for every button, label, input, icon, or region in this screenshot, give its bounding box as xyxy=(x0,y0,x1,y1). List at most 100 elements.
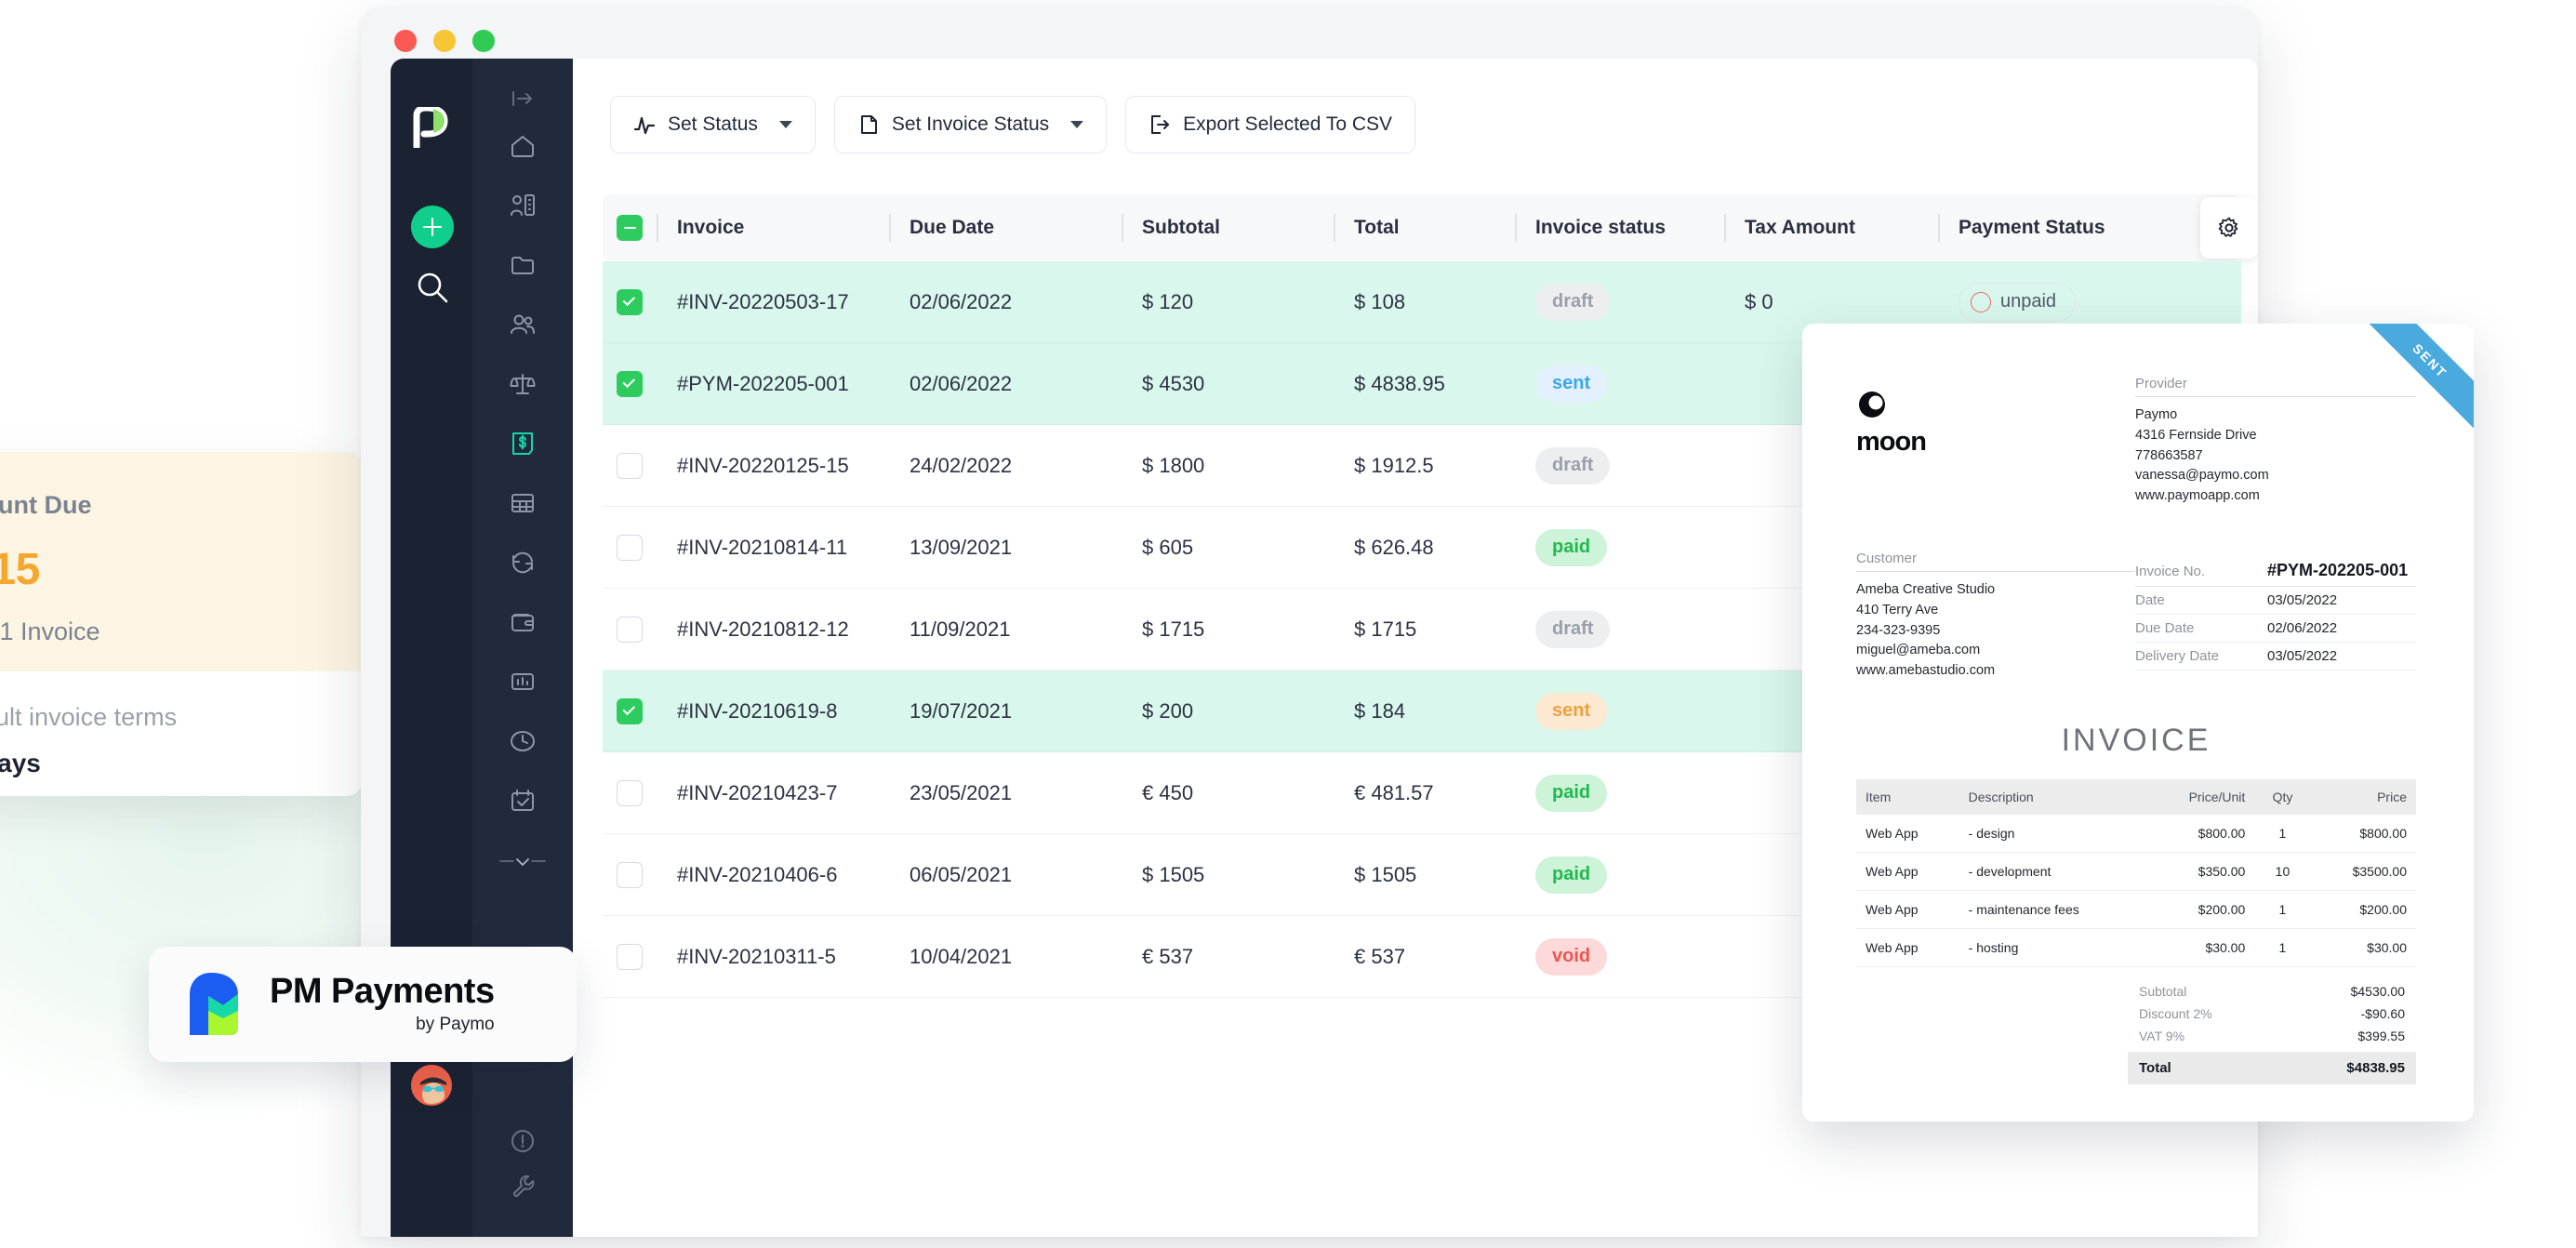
pm-payments-title: PM Payments xyxy=(270,974,495,1009)
row-checkbox[interactable] xyxy=(603,371,657,397)
column-header-subtotal[interactable]: Subtotal xyxy=(1122,217,1334,239)
invoice-terms-label: Default invoice terms xyxy=(0,703,363,732)
window-maximize-button[interactable] xyxy=(472,30,495,52)
help-circle-icon[interactable] xyxy=(509,1127,537,1155)
cell-due-date: 02/06/2022 xyxy=(889,372,1122,396)
search-icon[interactable] xyxy=(414,269,451,306)
item-name: Web App xyxy=(1856,852,1959,890)
cell-subtotal: $ 1505 xyxy=(1122,863,1334,887)
window-minimize-button[interactable] xyxy=(433,30,456,52)
window-close-button[interactable] xyxy=(394,30,417,52)
invoice-preview-body: moon Customer Ameba Creative Studio410 T… xyxy=(1802,324,2474,1122)
pm-payments-logo xyxy=(186,970,247,1039)
cell-total: $ 1715 xyxy=(1334,617,1515,642)
nav-bottom-icons xyxy=(472,1127,573,1237)
row-checkbox[interactable] xyxy=(603,862,657,888)
cell-due-date: 10/04/2021 xyxy=(889,945,1122,969)
cell-total: $ 184 xyxy=(1334,699,1515,724)
set-status-button[interactable]: Set Status xyxy=(610,96,816,153)
moon-icon xyxy=(1856,389,2135,425)
sidebar-item-team[interactable] xyxy=(498,300,547,349)
cell-subtotal: $ 120 xyxy=(1122,290,1334,314)
sidebar-item-recurring[interactable] xyxy=(498,538,547,587)
cell-invoice: #INV-20210619-8 xyxy=(657,699,889,724)
sidebar-item-expenses[interactable] xyxy=(498,598,547,646)
column-header-due-date[interactable]: Due Date xyxy=(889,217,1122,239)
cell-due-date: 06/05/2021 xyxy=(889,863,1122,887)
export-csv-button[interactable]: Export Selected To CSV xyxy=(1125,96,1415,153)
invoice-item-row: Web App- design$800.001$800.00 xyxy=(1856,815,2416,853)
sidebar-item-reports[interactable] xyxy=(498,657,547,706)
item-qty: 10 xyxy=(2254,852,2310,890)
sidebar-item-timesheets[interactable] xyxy=(498,479,547,527)
sidebar-item-home[interactable] xyxy=(498,122,547,170)
invoice-line-items-table: ItemDescriptionPrice/UnitQtyPrice Web Ap… xyxy=(1856,779,2416,967)
sidebar-item-projects[interactable] xyxy=(498,241,547,289)
item-price-unit: $800.00 xyxy=(2146,815,2255,853)
table-header-row: Invoice Due Date Subtotal Total Invoice … xyxy=(603,194,2241,261)
item-name: Web App xyxy=(1856,928,1959,966)
meta-key: Date xyxy=(2135,592,2267,608)
row-checkbox[interactable] xyxy=(603,617,657,643)
meta-value: 02/06/2022 xyxy=(2267,620,2337,636)
collapse-sidebar-icon[interactable] xyxy=(511,86,535,111)
cell-invoice: #INV-20210406-6 xyxy=(657,863,889,887)
column-header-total[interactable]: Total xyxy=(1334,217,1515,239)
text-line: 4316 Fernside Drive xyxy=(2135,426,2416,446)
cell-invoice: #INV-20220503-17 xyxy=(657,290,889,314)
sidebar-item-time[interactable] xyxy=(498,717,547,765)
add-new-button[interactable] xyxy=(411,206,454,248)
cell-invoice: #INV-20210311-5 xyxy=(657,945,889,969)
wrench-icon[interactable] xyxy=(509,1172,537,1200)
row-checkbox[interactable] xyxy=(603,453,657,479)
column-header-invoice-status[interactable]: Invoice status xyxy=(1515,217,1724,239)
status-badge: paid xyxy=(1535,856,1607,894)
item-qty: 1 xyxy=(2254,928,2310,966)
cell-total: $ 4838.95 xyxy=(1334,372,1515,396)
table-settings-button[interactable] xyxy=(2200,197,2258,259)
select-all-checkbox[interactable] xyxy=(603,215,657,241)
invoice-total-row: Subtotal$4530.00 xyxy=(2128,980,2416,1002)
column-header-invoice[interactable]: Invoice xyxy=(657,217,889,239)
row-checkbox[interactable] xyxy=(603,698,657,724)
cell-payment-status: unpaid xyxy=(1938,283,2161,322)
row-checkbox[interactable] xyxy=(603,944,657,970)
avatar[interactable] xyxy=(411,1065,452,1106)
sidebar-item-invoices[interactable] xyxy=(498,419,547,468)
invoice-items-column-header: Price xyxy=(2311,779,2416,815)
row-checkbox[interactable] xyxy=(603,289,657,315)
row-checkbox[interactable] xyxy=(603,780,657,806)
invoice-brand-block: moon Customer Ameba Creative Studio410 T… xyxy=(1856,376,2135,682)
cell-invoice-status: draft xyxy=(1515,284,1724,321)
total-label: Subtotal xyxy=(2139,984,2186,999)
total-value: $4838.95 xyxy=(2346,1060,2405,1076)
text-line: www.amebastudio.com xyxy=(1856,661,2135,682)
invoice-item-row: Web App- development$350.0010$3500.00 xyxy=(1856,852,2416,890)
paymo-logo-icon[interactable] xyxy=(413,107,452,148)
toolbar: Set Status Set Invoice Status xyxy=(603,96,2258,153)
sidebar-item-clients[interactable] xyxy=(498,181,547,230)
item-price-unit: $200.00 xyxy=(2146,890,2255,928)
sidebar-item-scheduling[interactable] xyxy=(498,777,547,825)
column-header-tax-amount[interactable]: Tax Amount xyxy=(1724,217,1938,239)
invoice-terms-value: 15 Days xyxy=(0,749,363,778)
invoice-customer-block: Customer Ameba Creative Studio410 Terry … xyxy=(1856,551,2135,682)
sidebar-item-leads[interactable] xyxy=(498,360,547,408)
column-header-payment-status[interactable]: Payment Status xyxy=(1938,217,2161,239)
item-description: - development xyxy=(1959,852,2146,890)
cell-invoice-status: draft xyxy=(1515,611,1724,648)
invoice-meta-row: Due Date02/06/2022 xyxy=(2135,615,2416,643)
cell-subtotal: € 537 xyxy=(1122,945,1334,969)
wallet-icon xyxy=(509,608,537,636)
status-badge: sent xyxy=(1535,365,1607,403)
set-invoice-status-button[interactable]: Set Invoice Status xyxy=(834,96,1107,153)
item-price: $800.00 xyxy=(2311,815,2416,853)
cell-invoice: #INV-20210812-12 xyxy=(657,617,889,642)
invoice-meta-row: Delivery Date03/05/2022 xyxy=(2135,643,2416,670)
projects-folder-icon xyxy=(509,251,537,279)
payment-status-badge[interactable]: unpaid xyxy=(1959,283,2076,322)
cell-total: $ 108 xyxy=(1334,290,1515,314)
row-checkbox[interactable] xyxy=(603,535,657,561)
item-price-unit: $30.00 xyxy=(2146,928,2255,966)
amount-due-value: €215 xyxy=(0,544,363,595)
